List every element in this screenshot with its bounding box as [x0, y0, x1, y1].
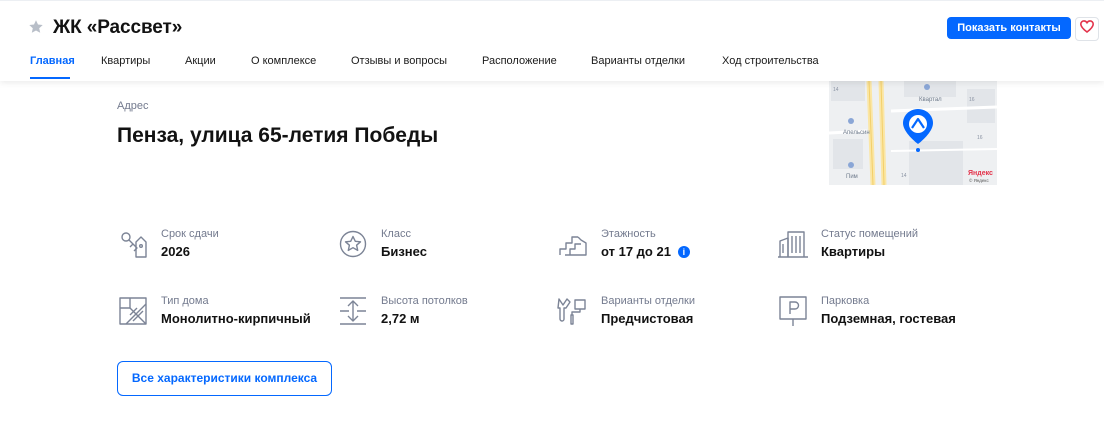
parking-icon: [777, 295, 809, 327]
star-circle-icon: [337, 228, 369, 260]
wall-icon: [117, 295, 149, 327]
feature-ceiling-height: Высота потолков 2,72 м: [337, 295, 557, 335]
feature-class: Класс Бизнес: [337, 228, 557, 268]
tab-main[interactable]: Главная: [30, 55, 75, 67]
page-header: ЖК «Рассвет» Показать контакты Главная К…: [0, 0, 1104, 81]
key-icon: [117, 228, 149, 260]
map-label-pim: Пим: [846, 174, 858, 180]
feature-label: Парковка: [821, 295, 870, 307]
feature-value: 2,72 м: [381, 311, 420, 326]
show-contacts-button[interactable]: Показать контакты: [947, 17, 1071, 39]
stairs-icon: [557, 228, 589, 260]
feature-value: Монолитно-кирпичный: [161, 311, 311, 326]
tab-promotions[interactable]: Акции: [185, 55, 216, 67]
feature-value-text: от 17 до 21: [601, 244, 671, 259]
tab-construction[interactable]: Ход строительства: [722, 55, 819, 67]
feature-house-type: Тип дома Монолитно-кирпичный: [117, 295, 337, 335]
feature-label: Статус помещений: [821, 228, 918, 240]
feature-deadline: Срок сдачи 2026: [117, 228, 337, 268]
feature-label: Варианты отделки: [601, 295, 696, 307]
tab-reviews[interactable]: Отзывы и вопросы: [351, 55, 447, 67]
svg-text:14: 14: [901, 173, 907, 179]
all-characteristics-button[interactable]: Все характеристики комплекса: [117, 361, 332, 396]
feature-finishing: Варианты отделки Предчистовая: [557, 295, 777, 335]
svg-text:14: 14: [833, 87, 839, 93]
map-label-apelsin: Апельсин: [843, 130, 870, 136]
tab-about[interactable]: О комплексе: [251, 55, 316, 67]
tab-finishing[interactable]: Варианты отделки: [591, 55, 685, 67]
feature-floors: Этажность от 17 до 21 i: [557, 228, 777, 268]
feature-value: Квартиры: [821, 244, 886, 259]
info-icon[interactable]: i: [677, 246, 690, 258]
feature-label: Высота потолков: [381, 295, 468, 307]
map-brand: Яндекс: [968, 170, 993, 177]
location-map[interactable]: Квартал Апельсин Пим 16 16 14 14 Яндекс …: [829, 81, 997, 185]
feature-parking: Парковка Подземная, гостевая: [777, 295, 997, 335]
feature-value: 2026: [161, 244, 190, 259]
tab-apartments[interactable]: Квартиры: [101, 55, 150, 67]
feature-value: Предчистовая: [601, 311, 694, 326]
feature-label: Класс: [381, 228, 411, 240]
feature-value: Подземная, гостевая: [821, 311, 956, 326]
active-tab-indicator: [30, 77, 70, 79]
address-value: Пенза, улица 65-летия Победы: [117, 124, 439, 147]
page-title: ЖК «Рассвет»: [53, 17, 183, 38]
tools-icon: [557, 295, 589, 327]
heart-icon: [1079, 20, 1095, 38]
svg-text:16: 16: [977, 135, 983, 141]
map-copyright: © Яндекс: [969, 177, 989, 183]
tab-location[interactable]: Расположение: [482, 55, 557, 67]
map-label-kvartal: Квартал: [919, 97, 942, 103]
feature-label: Тип дома: [161, 295, 209, 307]
buildings-icon: [777, 228, 809, 260]
feature-premises-status: Статус помещений Квартиры: [777, 228, 997, 268]
star-icon[interactable]: [28, 19, 44, 35]
feature-value: от 17 до 21 i: [601, 244, 690, 259]
feature-value: Бизнес: [381, 244, 427, 259]
address-label: Адрес: [117, 100, 149, 112]
svg-text:16: 16: [969, 97, 975, 103]
favorite-button[interactable]: [1075, 17, 1099, 41]
feature-label: Срок сдачи: [161, 228, 219, 240]
feature-label: Этажность: [601, 228, 656, 240]
ceiling-height-icon: [337, 295, 369, 327]
